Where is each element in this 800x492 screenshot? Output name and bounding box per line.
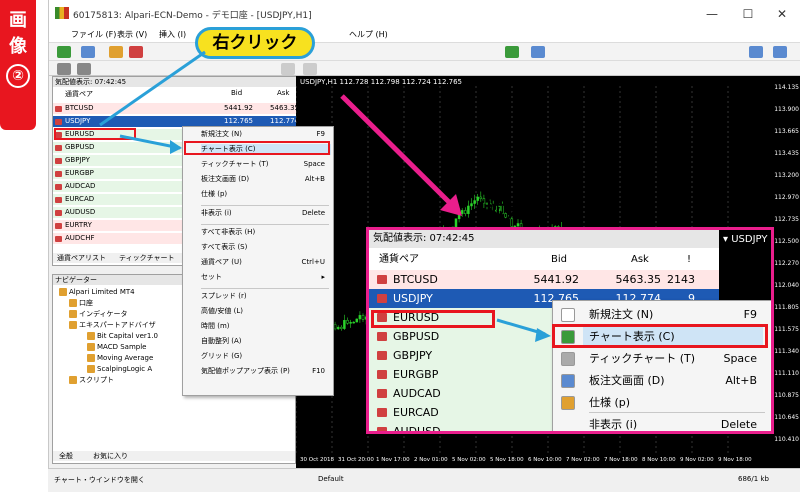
- zoom-label: 〈拡大〉: [465, 199, 545, 223]
- zoom-blue-arrowhead: [535, 328, 551, 342]
- small-blue-arrowhead: [170, 140, 182, 154]
- zoomed-market-watch: 気配値表示: 07:42:45 ▾ USDJPY 通貨ペア Bid Ask ! …: [366, 227, 774, 434]
- zoom-arrow: [496, 318, 551, 342]
- zoom-pink-arrow: [340, 94, 457, 210]
- callout-pointer: [99, 50, 206, 127]
